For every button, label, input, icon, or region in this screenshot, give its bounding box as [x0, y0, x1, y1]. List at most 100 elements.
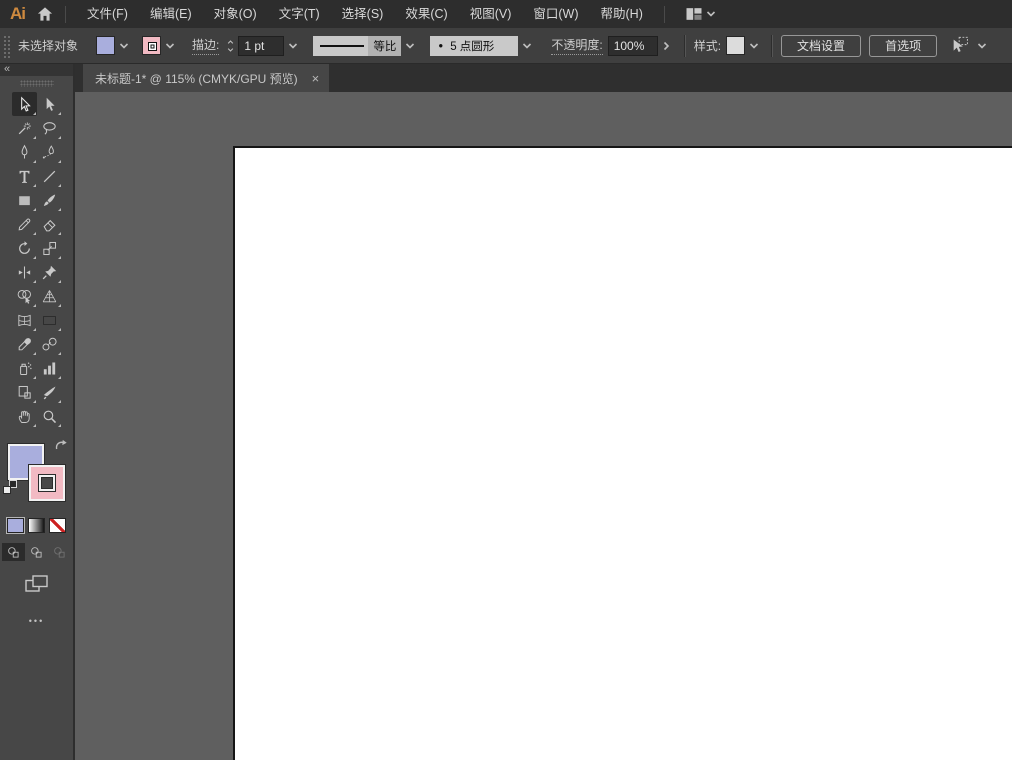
document-setup-button[interactable]: 文档设置: [781, 34, 862, 57]
stroke-panel-link[interactable]: 描边:: [192, 36, 220, 55]
stroke-weight-input[interactable]: 1 pt: [238, 35, 285, 56]
menu-file[interactable]: 文件(F): [76, 0, 139, 28]
menu-object[interactable]: 对象(O): [203, 0, 268, 28]
screen-mode-icon[interactable]: [24, 574, 50, 594]
type-tool[interactable]: [12, 164, 37, 188]
draw-normal-mode[interactable]: [2, 543, 25, 561]
close-tab-icon[interactable]: ×: [312, 72, 320, 85]
artboard[interactable]: [233, 146, 1012, 760]
tool-grid: [11, 92, 62, 428]
none-button[interactable]: [49, 518, 66, 533]
scale-tool[interactable]: [37, 236, 62, 260]
stroke-style-dropdown[interactable]: [401, 36, 418, 55]
menu-edit[interactable]: 编辑(E): [139, 0, 203, 28]
stepper-up-icon[interactable]: [225, 38, 236, 46]
collapse-panel-button[interactable]: «: [0, 64, 73, 76]
menu-view[interactable]: 视图(V): [459, 0, 523, 28]
rectangle-tool[interactable]: [12, 188, 37, 212]
shape-builder-tool[interactable]: [12, 284, 37, 308]
draw-behind-mode[interactable]: [25, 543, 48, 561]
blend-tool[interactable]: [37, 332, 62, 356]
slice-tool[interactable]: [37, 380, 62, 404]
default-fill-stroke-icon[interactable]: [3, 480, 17, 494]
stepper-down-icon[interactable]: [225, 46, 236, 54]
brush-preview[interactable]: ● 5 点圆形: [430, 35, 519, 56]
stroke-style-preview[interactable]: 等比: [313, 35, 402, 56]
paintbrush-tool[interactable]: [37, 188, 62, 212]
style-dropdown[interactable]: [745, 36, 762, 55]
color-button[interactable]: [7, 518, 24, 533]
edit-toolbar-button[interactable]: •••: [29, 616, 44, 626]
document-area: 未标题-1* @ 115% (CMYK/GPU 预览) ×: [75, 64, 1012, 760]
opacity-panel-link[interactable]: 不透明度:: [551, 36, 603, 55]
gradient-tool[interactable]: [37, 308, 62, 332]
workspace-layout-icon: [683, 4, 705, 24]
stroke-weight-dropdown[interactable]: [284, 36, 301, 55]
lasso-tool[interactable]: [37, 116, 62, 140]
toolbar-stroke-swatch[interactable]: [29, 465, 65, 501]
control-bar: 未选择对象 描边: 1 pt 等比 ● 5 点圆形 不透明度: 100% 样式:: [0, 28, 1012, 64]
select-similar-dropdown[interactable]: [973, 36, 990, 55]
menu-window[interactable]: 窗口(W): [522, 0, 589, 28]
fill-stroke-indicator: [0, 442, 73, 514]
stroke-line-sample: [320, 44, 365, 47]
style-swatch[interactable]: [726, 36, 746, 55]
brush-name: 5 点圆形: [450, 40, 495, 53]
width-tool[interactable]: [12, 260, 37, 284]
color-mode-buttons: [7, 518, 66, 533]
fill-color-dropdown[interactable]: [115, 36, 132, 55]
zoom-tool[interactable]: [37, 404, 62, 428]
separator: [683, 34, 685, 57]
default-front-swatch: [3, 486, 11, 494]
stroke-color-swatch[interactable]: [142, 36, 162, 55]
stroke-color-dropdown[interactable]: [161, 36, 178, 55]
gradient-button[interactable]: [28, 518, 45, 533]
app-logo: Ai: [10, 4, 26, 23]
home-icon[interactable]: [35, 4, 55, 24]
tools-panel: •••: [0, 76, 73, 760]
magic-wand-tool[interactable]: [12, 116, 37, 140]
line-segment-tool[interactable]: [37, 164, 62, 188]
tools-panel-grip[interactable]: [19, 80, 54, 87]
selection-status: 未选择对象: [18, 39, 79, 53]
menu-select[interactable]: 选择(S): [331, 0, 395, 28]
opacity-expand-button[interactable]: [658, 36, 675, 55]
brush-dropdown[interactable]: [518, 36, 535, 55]
pencil-tool[interactable]: [12, 212, 37, 236]
document-tab[interactable]: 未标题-1* @ 115% (CMYK/GPU 预览) ×: [83, 64, 330, 92]
column-graph-tool[interactable]: [37, 356, 62, 380]
separator: [663, 5, 665, 23]
symbol-sprayer-tool[interactable]: [12, 356, 37, 380]
eyedropper-tool[interactable]: [12, 332, 37, 356]
canvas[interactable]: [75, 92, 1012, 760]
workspace-switcher[interactable]: [683, 4, 717, 24]
puppet-warp-tool[interactable]: [37, 260, 62, 284]
hand-tool[interactable]: [12, 404, 37, 428]
brush-dot-icon: ●: [438, 41, 444, 50]
perspective-grid-tool[interactable]: [37, 284, 62, 308]
eraser-tool[interactable]: [37, 212, 62, 236]
curvature-tool[interactable]: [37, 140, 62, 164]
menu-effect[interactable]: 效果(C): [394, 0, 458, 28]
style-label: 样式:: [693, 39, 722, 53]
menu-help[interactable]: 帮助(H): [590, 0, 654, 28]
separator: [771, 34, 773, 57]
swap-fill-stroke-icon[interactable]: [54, 439, 68, 452]
fill-color-swatch[interactable]: [96, 36, 116, 55]
rotate-tool[interactable]: [12, 236, 37, 260]
opacity-input[interactable]: 100%: [607, 35, 658, 56]
mesh-tool[interactable]: [12, 308, 37, 332]
pen-tool[interactable]: [12, 140, 37, 164]
separator: [65, 5, 66, 23]
menu-type[interactable]: 文字(T): [268, 0, 331, 28]
menu-bar: Ai 文件(F) 编辑(E) 对象(O) 文字(T) 选择(S) 效果(C) 视…: [0, 0, 1012, 28]
preferences-button[interactable]: 首选项: [869, 34, 938, 57]
drawing-mode-buttons: [2, 543, 71, 561]
direct-selection-tool[interactable]: [37, 92, 62, 116]
panel-grip[interactable]: [2, 33, 11, 58]
stroke-weight-stepper[interactable]: [225, 38, 236, 54]
artboard-tool[interactable]: [12, 380, 37, 404]
selection-tool[interactable]: [11, 92, 37, 116]
main-area: « ••• 未标题-1* @ 115% (CMYK/GPU 预览) ×: [0, 64, 1012, 760]
select-similar-icon[interactable]: [949, 35, 973, 57]
